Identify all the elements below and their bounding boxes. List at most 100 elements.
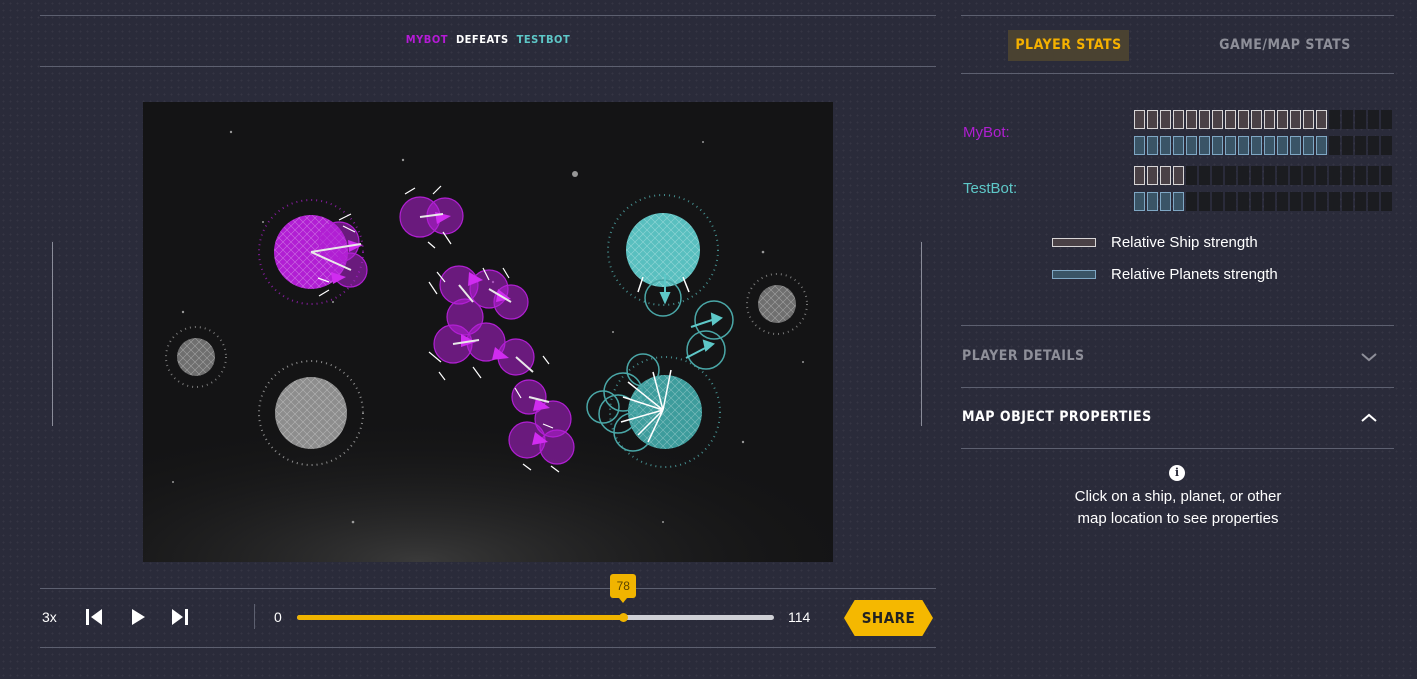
play-icon[interactable] xyxy=(127,606,149,628)
testbot-ship-strength-bar xyxy=(1134,166,1392,185)
section-divider xyxy=(961,325,1394,326)
strength-segment xyxy=(1303,192,1314,211)
strength-segment xyxy=(1290,166,1301,185)
strength-segment xyxy=(1147,110,1158,129)
strength-segment xyxy=(1251,166,1262,185)
strength-segment xyxy=(1290,136,1301,155)
strength-segment xyxy=(1238,192,1249,211)
playback-speed[interactable]: 3x xyxy=(42,609,57,625)
strength-segment xyxy=(1173,136,1184,155)
strength-segment xyxy=(1212,192,1223,211)
legend-ship-swatch xyxy=(1052,238,1096,247)
strength-segment xyxy=(1251,110,1262,129)
share-button[interactable]: SHARE xyxy=(844,600,933,636)
strength-segment xyxy=(1160,136,1171,155)
strength-segment xyxy=(1186,166,1197,185)
strength-segment xyxy=(1316,166,1327,185)
strength-segment xyxy=(1290,110,1301,129)
strength-segment xyxy=(1329,166,1340,185)
strength-segment xyxy=(1134,192,1145,211)
mybot-planet-strength-bar xyxy=(1134,136,1392,155)
legend-ship-label: Relative Ship strength xyxy=(1111,234,1258,251)
strength-segment xyxy=(1212,166,1223,185)
winner-name: MYBOT xyxy=(405,33,448,46)
title-divider xyxy=(40,66,936,67)
strength-segment xyxy=(1329,110,1340,129)
strength-segment xyxy=(1160,110,1171,129)
strength-segment xyxy=(1355,110,1366,129)
strength-segment xyxy=(1238,110,1249,129)
strength-segment xyxy=(1368,192,1379,211)
strength-segment xyxy=(1225,166,1236,185)
frame-max-label: 114 xyxy=(788,609,811,625)
strength-segment xyxy=(1238,166,1249,185)
strength-segment xyxy=(1342,192,1353,211)
strength-segment xyxy=(1134,136,1145,155)
mybot-ship-strength-bar xyxy=(1134,110,1392,129)
panel-top-divider xyxy=(961,15,1394,16)
frame-slider-thumb[interactable] xyxy=(619,613,629,622)
strength-segment xyxy=(1368,136,1379,155)
strength-segment xyxy=(1329,192,1340,211)
strength-segment xyxy=(1381,110,1392,129)
strength-segment xyxy=(1277,136,1288,155)
strength-segment xyxy=(1303,166,1314,185)
player-name-testbot: TestBot: xyxy=(963,180,1018,197)
legend-planet-label: Relative Planets strength xyxy=(1111,266,1278,283)
strength-segment xyxy=(1303,136,1314,155)
strength-segment xyxy=(1160,166,1171,185)
frame-min-label: 0 xyxy=(274,609,282,625)
testbot-planet-strength-bar xyxy=(1134,192,1392,211)
controls-top-divider xyxy=(40,588,936,589)
hint-line-1: Click on a ship, planet, or other xyxy=(1074,488,1282,505)
strength-segment xyxy=(1381,136,1392,155)
map-object-properties-header[interactable]: MAP OBJECT PROPERTIES xyxy=(962,409,1152,425)
player-name-mybot: MyBot: xyxy=(963,124,1010,141)
strength-segment xyxy=(1381,166,1392,185)
top-divider xyxy=(40,15,936,16)
strength-segment xyxy=(1277,166,1288,185)
strength-segment xyxy=(1264,192,1275,211)
player-details-header[interactable]: PLAYER DETAILS xyxy=(962,348,1085,364)
loser-name: TESTBOT xyxy=(516,33,571,46)
strength-segment xyxy=(1264,110,1275,129)
strength-segment xyxy=(1368,110,1379,129)
strength-segment xyxy=(1147,136,1158,155)
left-frame-line xyxy=(52,242,53,426)
controls-separator xyxy=(254,604,255,629)
tab-player-stats[interactable]: PLAYER STATS xyxy=(1008,30,1129,61)
frame-slider[interactable] xyxy=(297,613,774,622)
strength-segment xyxy=(1147,192,1158,211)
chevron-down-icon[interactable] xyxy=(1360,351,1378,363)
strength-segment xyxy=(1186,110,1197,129)
strength-segment xyxy=(1303,110,1314,129)
strength-segment xyxy=(1199,192,1210,211)
strength-segment xyxy=(1199,136,1210,155)
strength-segment xyxy=(1342,166,1353,185)
strength-segment xyxy=(1316,192,1327,211)
strength-segment xyxy=(1277,110,1288,129)
strength-segment xyxy=(1316,110,1327,129)
strength-segment xyxy=(1225,110,1236,129)
strength-segment xyxy=(1264,166,1275,185)
right-frame-line xyxy=(921,242,922,426)
strength-segment xyxy=(1251,136,1262,155)
skip-forward-icon[interactable] xyxy=(169,606,191,628)
hint-line-2: map location to see properties xyxy=(1077,510,1279,527)
match-result-title: MYBOT DEFEATS TESTBOT xyxy=(40,33,936,46)
strength-segment xyxy=(1329,136,1340,155)
map-properties-hint: Click on a ship, planet, or other map lo… xyxy=(1040,486,1316,530)
info-icon: i xyxy=(1169,465,1185,481)
strength-segment xyxy=(1212,110,1223,129)
skip-back-icon[interactable] xyxy=(83,606,105,628)
strength-segment xyxy=(1199,110,1210,129)
strength-segment xyxy=(1186,192,1197,211)
strength-segment xyxy=(1381,192,1392,211)
strength-segment xyxy=(1316,136,1327,155)
game-map-canvas[interactable] xyxy=(143,102,833,562)
strength-segment xyxy=(1342,110,1353,129)
strength-segment xyxy=(1238,136,1249,155)
tab-game-map-stats[interactable]: GAME/MAP STATS xyxy=(1190,30,1380,61)
strength-segment xyxy=(1277,192,1288,211)
chevron-up-icon[interactable] xyxy=(1360,412,1378,424)
